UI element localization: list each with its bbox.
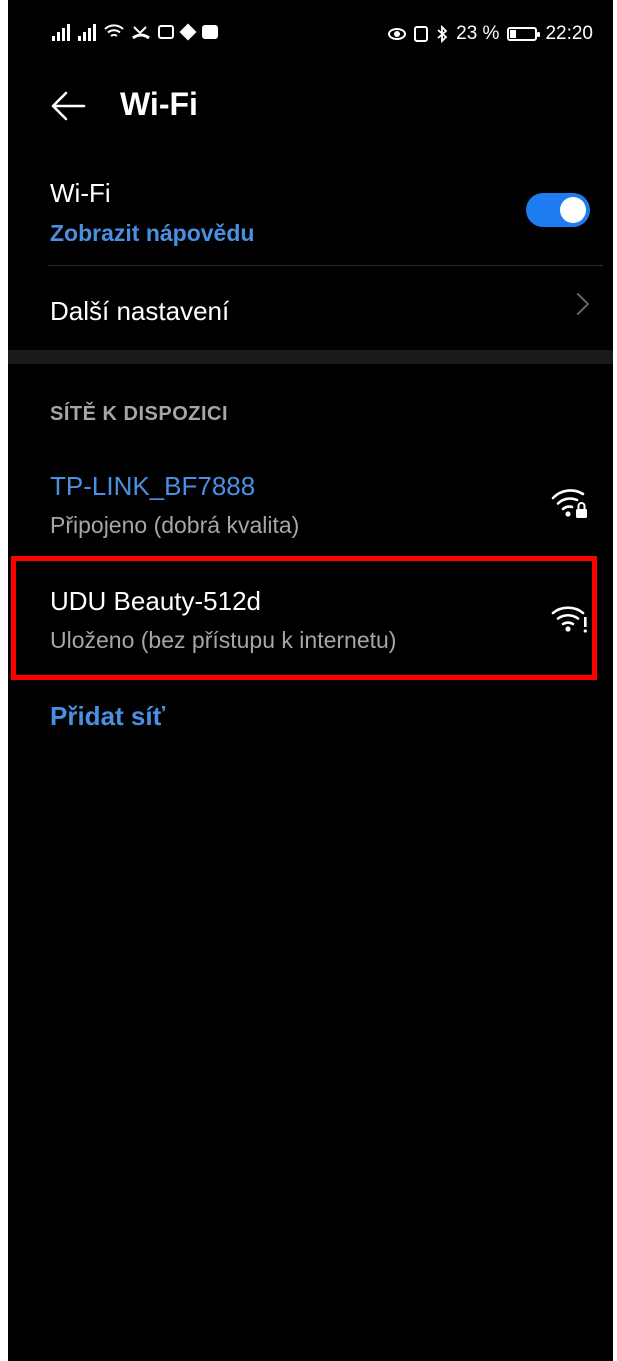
status-right-icons: 23 % 22:20 — [388, 23, 593, 45]
clock: 22:20 — [545, 23, 593, 44]
missed-call-icon — [132, 26, 150, 40]
more-settings-label: Další nastavení — [50, 296, 230, 326]
wifi-settings-screen: 23 % 22:20 Wi-Fi Wi-Fi Zobrazit nápovědu… — [8, 0, 613, 1361]
network-name: TP-LINK_BF7888 — [50, 471, 256, 501]
youtube-icon — [202, 25, 218, 39]
help-link[interactable]: Zobrazit nápovědu — [50, 220, 254, 247]
signal-icon-2 — [78, 23, 96, 41]
highlight-box — [11, 556, 597, 680]
section-separator — [8, 350, 613, 364]
battery-percent: 23 % — [456, 23, 500, 44]
navigation-icon — [179, 23, 197, 41]
nfc-icon — [414, 26, 429, 42]
page-title: Wi-Fi — [120, 86, 198, 122]
available-networks-heading: SÍTĚ K DISPOZICI — [50, 403, 229, 425]
bluetooth-icon — [437, 25, 448, 43]
message-icon — [158, 25, 174, 39]
chevron-right-icon — [566, 292, 590, 316]
toggle-knob — [560, 197, 586, 223]
back-arrow-icon[interactable] — [50, 88, 86, 124]
add-network-button[interactable]: Přidat síť — [50, 701, 165, 732]
signal-icon — [52, 23, 70, 41]
status-bar: 23 % 22:20 — [8, 20, 613, 50]
eye-comfort-icon — [388, 28, 407, 40]
wifi-toggle-switch[interactable] — [526, 193, 590, 227]
wifi-status-icon — [104, 24, 124, 37]
network-status: Připojeno (dobrá kvalita) — [50, 512, 300, 538]
wifi-locked-icon — [551, 489, 587, 518]
divider — [48, 265, 603, 266]
status-left-icons — [52, 23, 218, 41]
battery-icon — [507, 27, 541, 41]
wifi-label: Wi-Fi — [50, 178, 111, 208]
